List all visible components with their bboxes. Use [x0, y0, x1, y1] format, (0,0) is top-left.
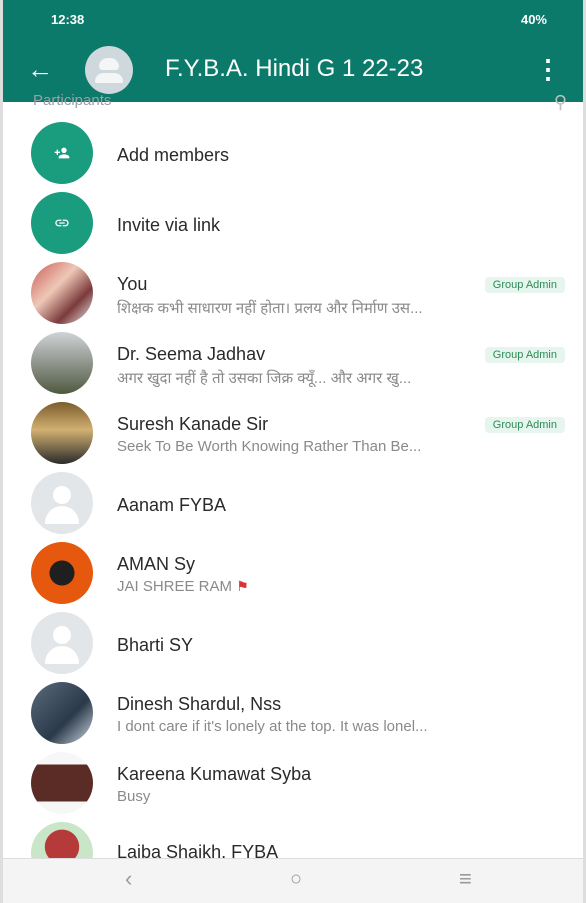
- avatar: [31, 262, 93, 324]
- avatar: [31, 682, 93, 744]
- status-time: 12:38: [51, 12, 85, 27]
- group-admin-badge: Group Admin: [484, 277, 565, 293]
- member-subtitle: Seek To Be Worth Knowing Rather Than Be.…: [117, 438, 422, 455]
- member-name: AMAN Sy: [117, 554, 196, 574]
- avatar: [31, 402, 93, 464]
- member-name: Aanam FYBA: [117, 495, 227, 515]
- member-name: Dr. Seema Jadhav: [117, 344, 266, 364]
- flag-icon: ⚑: [236, 578, 249, 594]
- group-admin-badge: Group Admin: [484, 417, 565, 433]
- participants-hint: Participants: [33, 92, 112, 109]
- add-member-icon: [31, 122, 93, 184]
- back-arrow-icon[interactable]: ←: [27, 56, 53, 82]
- nav-back-icon[interactable]: ‹: [125, 868, 132, 890]
- avatar: [31, 472, 93, 534]
- group-avatar[interactable]: [85, 46, 133, 94]
- group-title[interactable]: F.Y.B.A. Hindi G 1 22-23: [165, 54, 423, 84]
- avatar: [31, 612, 93, 674]
- battery-percentage: 40%: [520, 12, 547, 27]
- avatar: [31, 542, 93, 604]
- member-name: Suresh Kanade Sir: [117, 414, 269, 434]
- member-row-aman-sy[interactable]: AMAN Sy JAI SHREE RAM ⚑: [3, 540, 583, 608]
- add-members-label: Add members: [117, 145, 230, 165]
- search-icon[interactable]: ⚲: [554, 92, 567, 113]
- member-row-dr-seema-jadhav[interactable]: Dr. Seema Jadhav Group Admin अगर खुदा नह…: [3, 330, 583, 398]
- avatar: [31, 752, 93, 814]
- action-add-members[interactable]: Add members: [3, 120, 583, 188]
- member-row-dinesh-shardul-nss[interactable]: Dinesh Shardul, Nss I dont care if it's …: [3, 680, 583, 748]
- member-row-bharti-sy[interactable]: Bharti SY: [3, 610, 583, 678]
- member-row-you[interactable]: You Group Admin शिक्षक कभी साधारण नहीं ह…: [3, 260, 583, 328]
- more-vert-icon[interactable]: ⋮: [535, 56, 561, 82]
- member-row-kareena-kumawat-syba[interactable]: Kareena Kumawat Syba Busy: [3, 750, 583, 818]
- participants-screen: 12:38 40% ← F.Y.B.A. Hindi G 1 22-23 ⋮ P…: [0, 0, 586, 903]
- status-bar: 12:38 40%: [3, 0, 583, 38]
- member-subtitle: शिक्षक कभी साधारण नहीं होता। प्रलय और नि…: [117, 300, 423, 317]
- member-name: Dinesh Shardul, Nss: [117, 694, 282, 714]
- member-subtitle: I dont care if it's lonely at the top. I…: [117, 718, 428, 735]
- link-icon: [31, 192, 93, 254]
- member-row-aanam-fyba[interactable]: Aanam FYBA: [3, 470, 583, 538]
- member-subtitle: JAI SHREE RAM ⚑: [117, 578, 249, 595]
- member-name: Bharti SY: [117, 635, 194, 655]
- invite-link-label: Invite via link: [117, 215, 221, 235]
- group-admin-badge: Group Admin: [484, 347, 565, 363]
- member-subtitle: अगर खुदा नहीं है तो उसका जिक्र क्यूँ... …: [117, 370, 412, 387]
- member-row-suresh-kanade-sir[interactable]: Suresh Kanade Sir Group Admin Seek To Be…: [3, 400, 583, 468]
- member-name: Kareena Kumawat Syba: [117, 764, 312, 784]
- system-nav-bar: ‹ ○ ≡: [3, 858, 583, 903]
- nav-recents-icon[interactable]: ≡: [459, 868, 472, 890]
- member-name: You: [117, 274, 148, 294]
- nav-home-icon[interactable]: ○: [290, 868, 302, 890]
- avatar: [31, 332, 93, 394]
- action-invite-via-link[interactable]: Invite via link: [3, 190, 583, 258]
- member-subtitle: Busy: [117, 788, 151, 805]
